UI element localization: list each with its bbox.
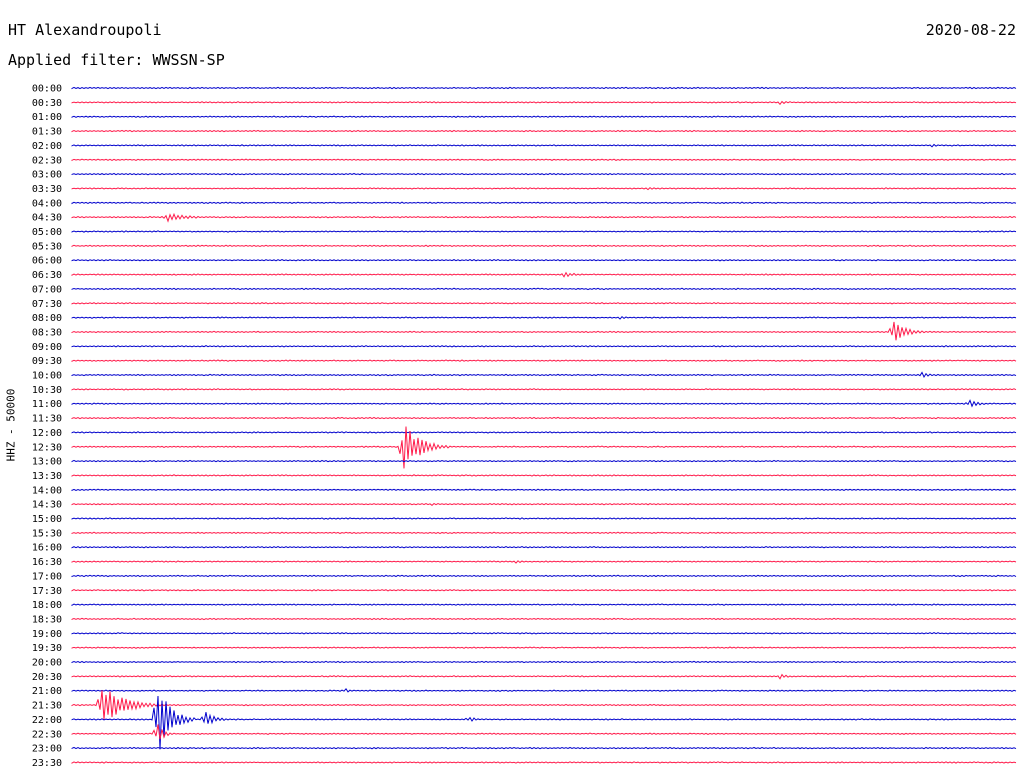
trace-line bbox=[71, 287, 1017, 291]
row-time-label: 11:00 bbox=[32, 399, 62, 410]
trace-line bbox=[71, 574, 1017, 578]
row-time-label: 12:00 bbox=[32, 428, 62, 439]
row-time-label: 00:30 bbox=[32, 98, 62, 109]
row-time-label: 19:00 bbox=[32, 629, 62, 640]
row-time-label: 06:30 bbox=[32, 270, 62, 281]
row-time-label: 01:00 bbox=[32, 112, 62, 123]
row-time-label: 23:00 bbox=[32, 744, 62, 755]
row-time-label: 02:30 bbox=[32, 155, 62, 166]
trace-line bbox=[71, 488, 1017, 492]
row-time-label: 10:00 bbox=[32, 371, 62, 382]
row-time-label: 21:00 bbox=[32, 686, 62, 697]
trace-line bbox=[71, 258, 1017, 262]
row-time-label: 12:30 bbox=[32, 442, 62, 453]
row-time-label: 05:00 bbox=[32, 227, 62, 238]
trace-line bbox=[71, 86, 1017, 90]
trace-line bbox=[71, 359, 1017, 362]
trace-line bbox=[71, 646, 1017, 649]
row-time-label: 22:30 bbox=[32, 729, 62, 740]
row-time-label: 09:30 bbox=[32, 356, 62, 367]
row-time-label: 13:00 bbox=[32, 457, 62, 468]
row-time-label: 17:00 bbox=[32, 571, 62, 582]
trace-line bbox=[71, 531, 1017, 535]
row-time-label: 04:30 bbox=[32, 213, 62, 224]
trace-line bbox=[71, 201, 1017, 205]
trace-line bbox=[71, 517, 1017, 520]
trace-line bbox=[71, 695, 1017, 750]
row-time-label: 03:30 bbox=[32, 184, 62, 195]
row-time-label: 06:00 bbox=[32, 256, 62, 267]
row-time-label: 13:30 bbox=[32, 471, 62, 482]
trace-line bbox=[71, 431, 1017, 434]
row-time-label: 15:30 bbox=[32, 528, 62, 539]
trace-line bbox=[71, 399, 1017, 408]
row-time-label: 18:30 bbox=[32, 614, 62, 625]
trace-line bbox=[71, 158, 1017, 162]
trace-line bbox=[71, 301, 1017, 305]
row-time-label: 19:30 bbox=[32, 643, 62, 654]
trace-line bbox=[71, 186, 1017, 191]
row-time-label: 16:00 bbox=[32, 543, 62, 554]
row-time-label: 18:00 bbox=[32, 600, 62, 611]
trace-line bbox=[71, 230, 1017, 233]
trace-line bbox=[71, 560, 1017, 564]
trace-line bbox=[71, 115, 1017, 118]
trace-line bbox=[71, 588, 1017, 592]
seismogram-plot: 00:00 00:30 01:00 01:30 02:00 02:30 03:00 03:30… bbox=[32, 84, 1017, 769]
trace-line bbox=[71, 502, 1017, 506]
row-time-label: 11:30 bbox=[32, 414, 62, 425]
trace-line bbox=[71, 345, 1017, 348]
trace-line bbox=[71, 632, 1017, 635]
row-time-label: 20:00 bbox=[32, 658, 62, 669]
row-time-label: 17:30 bbox=[32, 586, 62, 597]
trace-line bbox=[71, 212, 1017, 223]
trace-line bbox=[71, 321, 1017, 341]
trace-line bbox=[71, 617, 1017, 621]
row-time-label: 14:00 bbox=[32, 485, 62, 496]
row-time-label: 16:30 bbox=[32, 557, 62, 568]
trace-line bbox=[71, 143, 1017, 148]
row-time-label: 10:30 bbox=[32, 385, 62, 396]
trace-line bbox=[71, 673, 1017, 680]
trace-line bbox=[71, 660, 1017, 664]
row-time-label: 09:00 bbox=[32, 342, 62, 353]
row-time-label: 02:00 bbox=[32, 141, 62, 152]
row-time-label: 14:30 bbox=[32, 500, 62, 511]
trace-line bbox=[71, 545, 1017, 549]
trace-line bbox=[71, 129, 1017, 133]
trace-line bbox=[71, 172, 1017, 176]
row-time-label: 20:30 bbox=[32, 672, 62, 683]
trace-line bbox=[71, 388, 1017, 391]
trace-line bbox=[71, 746, 1017, 750]
trace-line bbox=[71, 724, 1017, 740]
row-time-label: 15:00 bbox=[32, 514, 62, 525]
trace-line bbox=[71, 690, 1017, 720]
trace-line bbox=[71, 687, 1017, 693]
trace-line bbox=[71, 371, 1017, 379]
row-time-label: 01:30 bbox=[32, 127, 62, 138]
trace-line bbox=[71, 271, 1017, 278]
trace-line bbox=[71, 100, 1017, 106]
trace-line bbox=[71, 474, 1017, 477]
row-time-label: 23:30 bbox=[32, 758, 62, 769]
row-time-label: 04:00 bbox=[32, 198, 62, 209]
row-time-label: 08:30 bbox=[32, 327, 62, 338]
row-time-label: 07:30 bbox=[32, 299, 62, 310]
row-time-label: 21:30 bbox=[32, 701, 62, 712]
row-time-label: 07:00 bbox=[32, 284, 62, 295]
row-time-label: 00:00 bbox=[32, 84, 62, 95]
trace-line bbox=[71, 315, 1017, 320]
row-time-label: 22:00 bbox=[32, 715, 62, 726]
trace-line bbox=[71, 244, 1017, 248]
trace-line bbox=[71, 761, 1017, 764]
trace-line bbox=[71, 416, 1017, 420]
trace-line bbox=[71, 603, 1017, 607]
trace-line bbox=[71, 459, 1017, 463]
row-time-label: 03:00 bbox=[32, 170, 62, 181]
row-time-label: 08:00 bbox=[32, 313, 62, 324]
row-time-label: 05:30 bbox=[32, 241, 62, 252]
